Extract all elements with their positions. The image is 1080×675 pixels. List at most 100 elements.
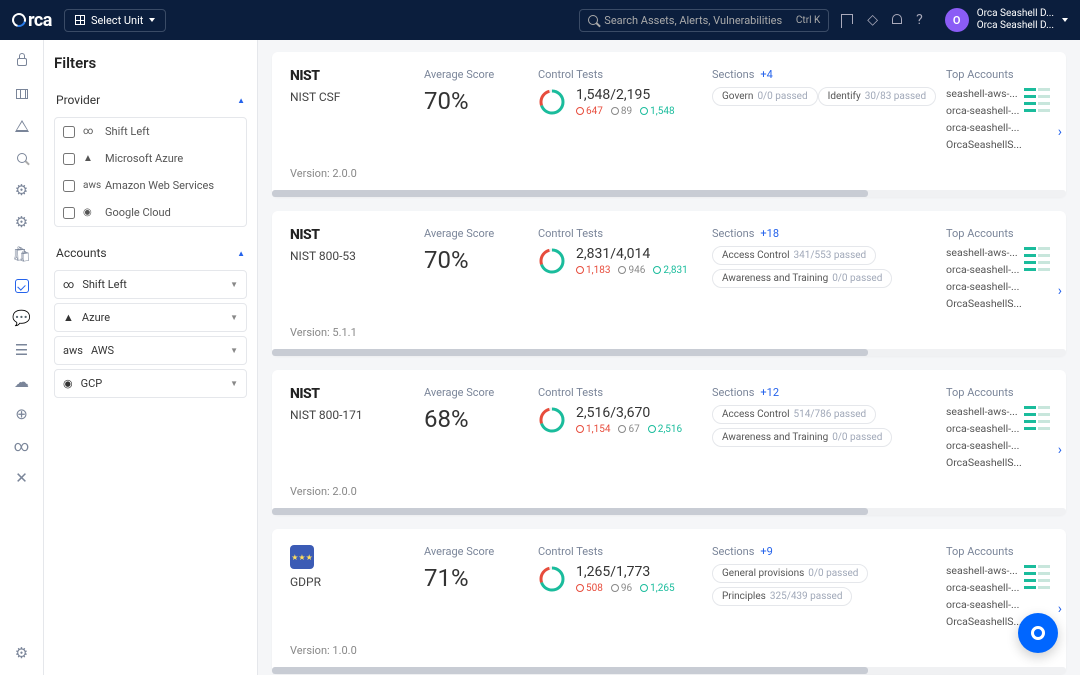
- account-row[interactable]: seashell-aws-...: [946, 564, 1022, 577]
- control-tests-label: Control Tests: [538, 68, 708, 81]
- provider-icon: ◉: [83, 207, 97, 218]
- sections-count[interactable]: +18: [760, 227, 779, 240]
- account-row[interactable]: orca-seashell-...: [946, 121, 1022, 134]
- account-item[interactable]: ▲Azure▼: [54, 303, 247, 332]
- nav-bag-icon[interactable]: 🛍: [14, 246, 30, 262]
- account-row[interactable]: seashell-aws-...: [946, 87, 1022, 100]
- nav-shuffle-icon[interactable]: ✕: [14, 470, 30, 486]
- sections-count[interactable]: +9: [760, 545, 772, 558]
- account-row[interactable]: orca-seashell-...: [946, 280, 1022, 293]
- account-row[interactable]: orca-seashell-...: [946, 422, 1022, 435]
- expand-chevron[interactable]: ›: [1052, 227, 1068, 314]
- section-pill[interactable]: General provisions 0/0 passed: [712, 564, 868, 583]
- account-bar: [1024, 254, 1050, 257]
- pill-label: Access Control: [722, 250, 790, 261]
- account-row[interactable]: orca-seashell-...: [946, 439, 1022, 452]
- account-row[interactable]: seashell-aws-...: [946, 246, 1022, 259]
- avatar: O: [945, 8, 969, 32]
- nav-lock-icon[interactable]: [14, 54, 30, 70]
- expand-chevron[interactable]: ›: [1052, 68, 1068, 155]
- section-pill[interactable]: Awareness and Training 0/0 passed: [712, 269, 892, 288]
- nav-db-icon[interactable]: ☰: [14, 342, 30, 358]
- account-row[interactable]: seashell-aws-...: [946, 405, 1022, 418]
- account-row[interactable]: orca-seashell-...: [946, 104, 1022, 117]
- nav-cloud-icon[interactable]: ☁: [14, 374, 30, 390]
- card-scrollbar[interactable]: [272, 667, 1066, 674]
- section-pill[interactable]: Govern 0/0 passed: [712, 87, 818, 106]
- account-row[interactable]: orca-seashell-...: [946, 581, 1022, 594]
- flag-icon[interactable]: [841, 12, 853, 28]
- pill-label: Principles: [722, 591, 766, 602]
- account-icon: ∞: [63, 278, 74, 291]
- nav-alert-icon[interactable]: [14, 118, 30, 134]
- account-bar: [1024, 88, 1050, 91]
- account-row[interactable]: OrcaSeashellS...: [946, 297, 1022, 310]
- account-row[interactable]: orca-seashell-...: [946, 598, 1022, 611]
- filters-title: Filters: [54, 54, 247, 72]
- section-pill[interactable]: Access Control 341/553 passed: [712, 246, 876, 265]
- provider-checkbox[interactable]: [63, 180, 75, 192]
- nav-compliance-icon[interactable]: [14, 278, 30, 294]
- account-item[interactable]: ∞Shift Left▼: [54, 270, 247, 299]
- avg-score-label: Average Score: [424, 68, 534, 81]
- provider-item[interactable]: ◉Google Cloud: [55, 199, 246, 226]
- nav-sliders-icon[interactable]: ⚙: [14, 182, 30, 198]
- accounts-list: seashell-aws-... orca-seashell-... orca-se…: [946, 87, 1022, 151]
- provider-header[interactable]: Provider ▲: [54, 88, 247, 113]
- nav-add-icon[interactable]: ⊕: [14, 406, 30, 422]
- brand-logo: rca: [12, 10, 52, 31]
- sections-count[interactable]: +4: [760, 68, 772, 81]
- help-icon[interactable]: ?: [916, 12, 923, 28]
- section-pill[interactable]: Identify 30/83 passed: [818, 87, 937, 106]
- card-scrollbar[interactable]: [272, 349, 1066, 356]
- accounts-list: seashell-aws-... orca-seashell-... orca-se…: [946, 564, 1022, 628]
- expand-chevron[interactable]: ›: [1052, 545, 1068, 632]
- search-placeholder: Search Assets, Alerts, Vulnerabilities: [604, 14, 782, 27]
- account-row[interactable]: OrcaSeashellS...: [946, 456, 1022, 469]
- tests-ratio: 1,265/1,773: [576, 564, 675, 580]
- nav-gear-icon[interactable]: ⚙: [14, 214, 30, 230]
- bell-icon[interactable]: [892, 12, 902, 28]
- chevron-down-icon: [149, 18, 155, 22]
- nav-infinity-icon[interactable]: ∞: [14, 438, 30, 454]
- main-content: NIST NIST CSF Average Score 70% Control …: [258, 40, 1080, 675]
- framework-version: Version: 5.1.1: [290, 314, 1048, 349]
- top-accounts-label: Top Accounts: [946, 68, 1022, 81]
- nav-layout-icon[interactable]: [14, 86, 30, 102]
- provider-checkbox[interactable]: [63, 126, 75, 138]
- account-row[interactable]: OrcaSeashellS...: [946, 615, 1022, 628]
- framework-name: NIST 800-171: [290, 408, 420, 422]
- provider-item[interactable]: awsAmazon Web Services: [55, 172, 246, 199]
- account-row[interactable]: orca-seashell-...: [946, 263, 1022, 276]
- nav-chat-icon[interactable]: 💬: [14, 310, 30, 326]
- tests-breakdown: 647 89 1,548: [576, 106, 675, 117]
- nav-settings-icon[interactable]: ⚙: [14, 645, 30, 661]
- sections-count[interactable]: +12: [760, 386, 779, 399]
- section-pill[interactable]: Principles 325/439 passed: [712, 587, 852, 606]
- user-menu[interactable]: O Orca Seashell D... Orca Seashell D...: [945, 8, 1068, 32]
- provider-item[interactable]: ∞Shift Left: [55, 118, 246, 145]
- card-scrollbar[interactable]: [272, 508, 1066, 515]
- provider-checkbox[interactable]: [63, 207, 75, 219]
- framework-version: Version: 2.0.0: [290, 473, 1048, 508]
- expand-chevron[interactable]: ›: [1052, 386, 1068, 473]
- select-unit-dropdown[interactable]: Select Unit: [64, 9, 166, 32]
- account-item[interactable]: awsAWS▼: [54, 336, 247, 365]
- provider-checkbox[interactable]: [63, 153, 75, 165]
- account-row[interactable]: OrcaSeashellS...: [946, 138, 1022, 151]
- avg-score-label: Average Score: [424, 386, 534, 399]
- section-pill[interactable]: Access Control 514/786 passed: [712, 405, 876, 424]
- help-fab[interactable]: [1018, 613, 1058, 653]
- tests-breakdown: 508 96 1,265: [576, 583, 675, 594]
- provider-item[interactable]: ▲Microsoft Azure: [55, 145, 246, 172]
- account-item[interactable]: ◉GCP▼: [54, 369, 247, 398]
- card-scrollbar[interactable]: [272, 190, 1066, 197]
- send-icon[interactable]: ◇: [867, 12, 878, 28]
- chevron-down-icon: ▼: [230, 379, 238, 388]
- nav-search-icon[interactable]: [14, 150, 30, 166]
- tests-ratio: 2,516/3,670: [576, 405, 682, 421]
- search-input[interactable]: Search Assets, Alerts, Vulnerabilities C…: [579, 9, 829, 32]
- accounts-header[interactable]: Accounts ▲: [54, 241, 247, 266]
- pill-label: Access Control: [722, 409, 790, 420]
- section-pill[interactable]: Awareness and Training 0/0 passed: [712, 428, 892, 447]
